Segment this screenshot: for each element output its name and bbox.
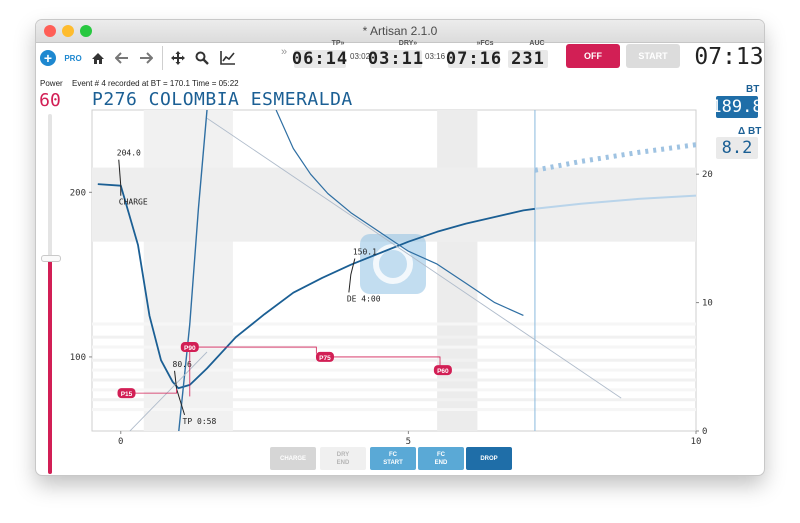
y-right-tick-label: 10 [702, 299, 713, 309]
fc-start-label-1: FC [389, 451, 397, 458]
power-marker-label: P75 [319, 355, 331, 362]
charge-button-label: CHARGE [279, 455, 306, 462]
charge-event-button[interactable]: CHARGE [270, 447, 316, 470]
dry-end-label-1: DRY [336, 451, 350, 458]
y-left-tick-label: 200 [70, 188, 86, 198]
power-marker-label: P90 [184, 345, 196, 352]
tp-annotation-label: TP 0:58 [183, 417, 217, 426]
phase-band-fc [437, 110, 478, 431]
roast-chart[interactable]: 204.0 CHARGE 80.6 TP 0:58 150.1 DE 4:00 0 5 10 1… [36, 20, 764, 475]
grid-stripe [92, 368, 696, 372]
fc-end-label-1: FC [437, 451, 445, 458]
de-annotation-temp: 150.1 [353, 247, 377, 256]
y-right-tick-label: 20 [702, 170, 713, 180]
phase-band-drying [143, 110, 233, 431]
target-band [92, 167, 696, 242]
tp-annotation-temp: 80.6 [173, 360, 192, 369]
grid-stripe [92, 335, 696, 339]
power-marker-label: P15 [121, 391, 133, 398]
charge-annotation-label: CHARGE [119, 198, 148, 207]
fc-start-label-2: START [383, 459, 403, 466]
y-left-tick-label: 100 [70, 353, 86, 363]
fc-start-event-button[interactable]: FC START [370, 447, 416, 470]
de-annotation-label: DE 4:00 [347, 294, 381, 303]
drop-event-button[interactable]: DROP [466, 447, 512, 470]
fc-end-event-button[interactable]: FC END [418, 447, 464, 470]
logo-watermark [360, 234, 426, 294]
app-window: * Artisan 2.1.0 + PRO » TP» 06:14 03:02 … [36, 20, 764, 475]
y-right-tick-label: 0 [702, 427, 707, 437]
power-marker-label: P60 [437, 368, 449, 375]
grid-stripe [92, 322, 696, 326]
grid-stripe [92, 378, 696, 382]
fc-end-label-2: END [434, 459, 448, 466]
dry-end-event-button[interactable]: DRY END [320, 447, 366, 470]
charge-annotation-temp: 204.0 [117, 149, 141, 158]
x-tick-label: 0 [118, 437, 123, 447]
x-tick-label: 5 [406, 437, 411, 447]
dry-end-label-2: END [336, 459, 350, 466]
drop-button-label: DROP [480, 455, 498, 462]
x-tick-label: 10 [691, 437, 702, 447]
